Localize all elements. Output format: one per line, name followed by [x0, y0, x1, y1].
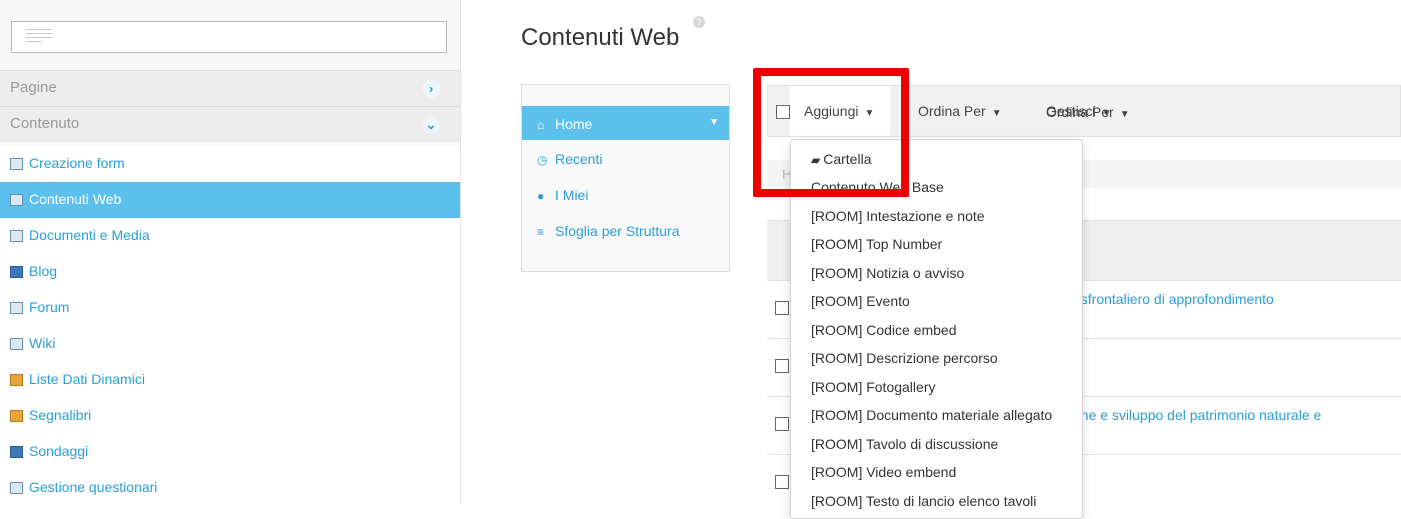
panel-pagine[interactable]: Pagine ›	[0, 70, 460, 106]
menu-item-label: [ROOM] Documento materiale allegato	[811, 407, 1053, 423]
bookmarks-icon	[10, 410, 23, 422]
manage-label: Gestisci	[1046, 103, 1096, 119]
highlight-annotation-box	[753, 68, 909, 197]
sidebar-item-label: Contenuti Web	[29, 191, 122, 207]
chevron-down-icon[interactable]: ⌄	[422, 116, 440, 134]
content-menu: Creazione form Contenuti Web Documenti e…	[0, 146, 460, 502]
caret-down-icon: ▼	[991, 108, 1002, 119]
panel-pagine-label: Pagine	[10, 79, 57, 96]
caret-down-icon: ▼	[1119, 109, 1130, 120]
row-checkbox[interactable]	[775, 417, 789, 431]
panel-contenuto[interactable]: Contenuto ⌄	[0, 106, 460, 142]
nav-sfoglia-struttura[interactable]: ≡ Sfoglia per Struttura	[522, 213, 729, 247]
row-checkbox[interactable]	[775, 301, 789, 315]
navigation-box: ⌂ Home ▼ ◷ Recenti ● I Miei ≡ Sfoglia per St…	[521, 84, 730, 272]
menu-item-documento-materiale[interactable]: [ROOM] Documento materiale allegato	[791, 401, 1082, 430]
sidebar-item-label: Gestione questionari	[29, 479, 158, 495]
sidebar-item-forum[interactable]: Forum	[0, 290, 460, 326]
sidebar-item-documenti-media[interactable]: Documenti e Media	[0, 218, 460, 254]
sidebar-item-liste-dati-dinamici[interactable]: Liste Dati Dinamici	[0, 362, 460, 398]
menu-item-codice-embed[interactable]: [ROOM] Codice embed	[791, 316, 1082, 345]
menu-item-label: [ROOM] Testo di lancio elenco tavoli	[811, 492, 1037, 509]
order-by-button-main[interactable]: Ordina Per ▼	[918, 103, 1002, 119]
sidebar-item-label: Liste Dati Dinamici	[29, 371, 145, 387]
nav-i-miei[interactable]: ● I Miei	[522, 177, 729, 211]
menu-item-tavolo-discussione[interactable]: [ROOM] Tavolo di discussione	[791, 430, 1082, 459]
manage-button[interactable]: Gestisci ▼	[1046, 103, 1112, 119]
sidebar-item-label: Creazione form	[29, 155, 125, 171]
sidebar-item-wiki[interactable]: Wiki	[0, 326, 460, 362]
sidebar-item-label: Blog	[29, 263, 58, 279]
sidebar-item-blog[interactable]: Blog	[0, 254, 460, 290]
user-icon: ●	[537, 189, 545, 203]
nav-sfoglia-label: Sfoglia per Struttura	[555, 223, 680, 239]
row-checkbox[interactable]	[775, 359, 789, 373]
sidebar-item-label: Forum	[29, 299, 70, 315]
menu-item-label: [ROOM] Intestazione e note	[811, 207, 985, 224]
documents-icon	[10, 230, 23, 242]
nav-i-miei-label: I Miei	[555, 187, 589, 203]
sidebar-item-label: Documenti e Media	[29, 227, 150, 243]
sidebar-item-label: Wiki	[29, 335, 56, 351]
sidebar-item-label: Segnalibri	[29, 407, 92, 423]
order-by-label: Ordina Per	[918, 103, 986, 119]
polls-icon	[10, 446, 23, 458]
caret-down-icon[interactable]: ▼	[709, 117, 719, 128]
menu-item-label: [ROOM] Video embend	[811, 464, 957, 480]
nav-recenti-label: Recenti	[555, 151, 603, 167]
menu-item-descrizione-percorso[interactable]: [ROOM] Descrizione percorso	[791, 344, 1082, 373]
menu-item-label: [ROOM] Evento	[811, 293, 910, 309]
sidebar-item-sondaggi[interactable]: Sondaggi	[0, 434, 460, 470]
panel-contenuto-label: Contenuto	[10, 115, 80, 132]
menu-item-label: [ROOM] Descrizione percorso	[811, 350, 998, 366]
clock-icon: ◷	[537, 153, 548, 167]
menu-item-top-number[interactable]: [ROOM] Top Number	[791, 230, 1082, 259]
caret-down-icon: ▼	[1101, 108, 1112, 119]
menu-item-intestazione-note[interactable]: [ROOM] Intestazione e note	[791, 202, 1082, 231]
sidebar-item-gestione-questionari[interactable]: Gestione questionari	[0, 470, 460, 502]
web-content-icon	[10, 194, 23, 206]
sidebar: Pagine › Contenuto ⌄ Creazione form Cont…	[0, 0, 461, 502]
menu-item-label: [ROOM] Fotogallery	[811, 378, 936, 395]
menu-item-label: [ROOM] Top Number	[811, 236, 943, 252]
questionnaire-icon	[10, 482, 23, 494]
nav-home[interactable]: ⌂ Home ▼	[522, 106, 729, 140]
forum-icon	[10, 302, 23, 314]
menu-item-label: [ROOM] Tavolo di discussione	[811, 435, 999, 452]
row-title-link[interactable]: nsfrontaliero di approfondimento	[1073, 291, 1274, 307]
dynamic-lists-icon	[10, 374, 23, 386]
menu-item-evento[interactable]: [ROOM] Evento	[791, 287, 1082, 316]
sidebar-item-creazione-form[interactable]: Creazione form	[0, 146, 460, 182]
home-icon: ⌂	[537, 118, 545, 132]
menu-item-notizia-avviso[interactable]: [ROOM] Notizia o avviso	[791, 259, 1082, 288]
menu-lines-icon	[26, 29, 52, 45]
structure-icon: ≡	[537, 225, 545, 239]
menu-item-video-embend[interactable]: [ROOM] Video embend	[791, 458, 1082, 487]
sidebar-item-segnalibri[interactable]: Segnalibri	[0, 398, 460, 434]
help-icon[interactable]: ?	[693, 16, 705, 28]
row-checkbox[interactable]	[775, 475, 789, 489]
page-title: Contenuti Web	[521, 24, 680, 51]
sidebar-item-label: Sondaggi	[29, 443, 89, 459]
menu-item-fotogallery[interactable]: [ROOM] Fotogallery	[791, 373, 1082, 402]
nav-recenti[interactable]: ◷ Recenti	[522, 141, 729, 175]
row-title-link[interactable]: one e sviluppo del patrimonio naturale e	[1073, 407, 1321, 423]
form-icon	[10, 158, 23, 170]
nav-home-label: Home	[555, 116, 593, 132]
sidebar-item-contenuti-web[interactable]: Contenuti Web	[0, 182, 460, 218]
menu-item-testo-lancio[interactable]: [ROOM] Testo di lancio elenco tavoli	[791, 487, 1082, 516]
menu-item-label: [ROOM] Notizia o avviso	[811, 264, 965, 281]
menu-item-label: [ROOM] Codice embed	[811, 321, 957, 338]
wiki-icon	[10, 338, 23, 350]
sidebar-search-input[interactable]	[11, 21, 447, 53]
blog-icon	[10, 266, 23, 278]
chevron-right-icon[interactable]: ›	[422, 80, 440, 98]
